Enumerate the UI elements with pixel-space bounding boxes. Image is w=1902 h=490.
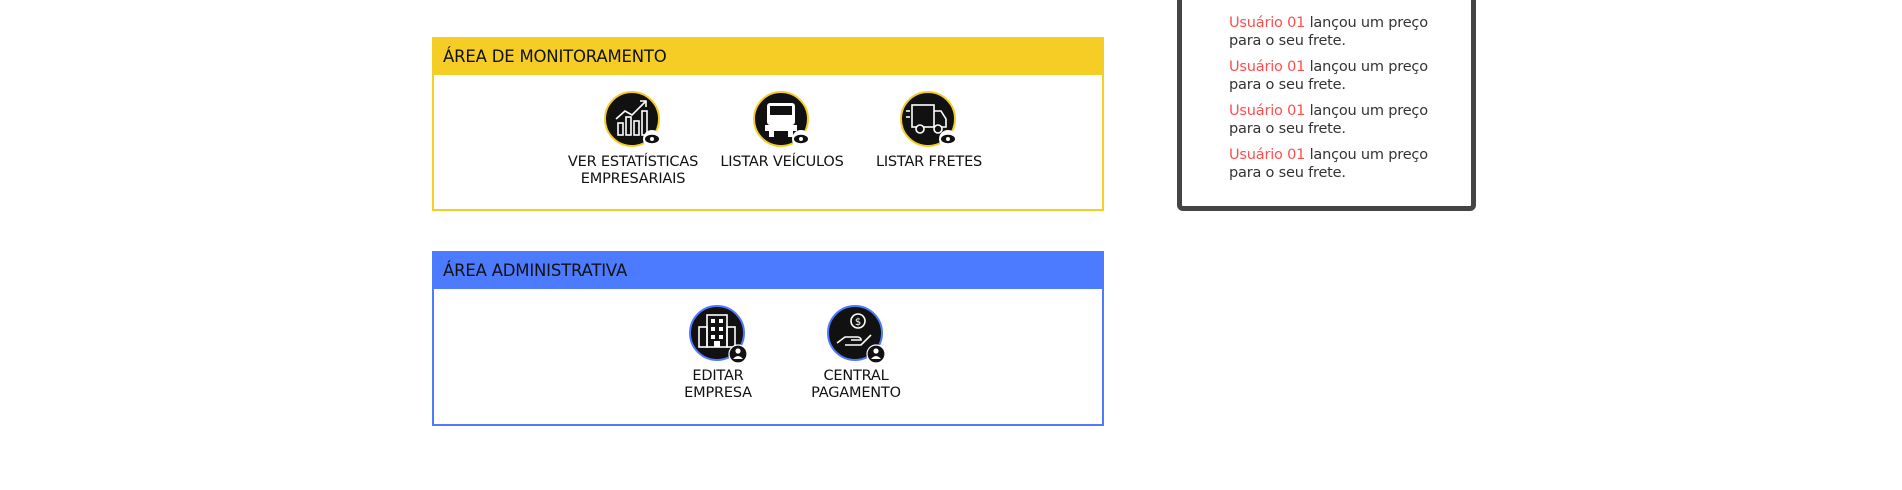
svg-text:$: $	[855, 317, 861, 328]
monitoring-panel-title: ÁREA DE MONITORAMENTO	[434, 39, 1102, 75]
view-statistics-label: VER ESTATÍSTICAS EMPRESARIAIS	[567, 154, 699, 187]
truck-icon	[753, 91, 811, 149]
administrative-panel-title: ÁREA ADMINISTRATIVA	[434, 253, 1102, 289]
payment-center-label: CENTRAL PAGAMENTO	[811, 368, 901, 401]
list-vehicles-label: LISTAR VEÍCULOS	[720, 154, 844, 170]
feed-item[interactable]: Usuário 01 lançou um preço para o seu fr…	[1229, 103, 1459, 138]
delivery-truck-icon	[900, 91, 958, 149]
monitoring-tiles: VER ESTATÍSTICAS EMPRESARIAIS LISTAR VEÍ…	[434, 75, 1102, 209]
statistics-chart-icon	[604, 91, 662, 149]
feed-item[interactable]: Usuário 01 lançou um preço para o seu fr…	[1229, 147, 1459, 182]
edit-company-label: EDITAR EMPRESA	[684, 368, 752, 401]
list-vehicles-button[interactable]: LISTAR VEÍCULOS	[707, 91, 857, 171]
feed-user-link[interactable]: Usuário 01	[1229, 15, 1305, 31]
payment-hand-icon: $	[827, 305, 886, 364]
payment-center-button[interactable]: $ CENTRAL PAGAMENTO	[781, 305, 931, 402]
list-freights-button[interactable]: LISTAR FRETES	[854, 91, 1004, 171]
administrative-panel: ÁREA ADMINISTRATIVA EDITAR EMPRESA $ CEN…	[432, 251, 1104, 426]
administrative-tiles: EDITAR EMPRESA $ CENTRAL PAGAMENTO	[434, 289, 1102, 423]
feed-user-link[interactable]: Usuário 01	[1229, 103, 1305, 119]
feed-user-link[interactable]: Usuário 01	[1229, 147, 1305, 163]
edit-company-button[interactable]: EDITAR EMPRESA	[643, 305, 793, 402]
monitoring-panel: ÁREA DE MONITORAMENTO VER ESTATÍSTICAS E…	[432, 37, 1104, 211]
notification-feed: Usuário 01 lançou um preço para o seu fr…	[1177, 0, 1476, 211]
feed-item[interactable]: Usuário 01 lançou um preço para o seu fr…	[1229, 59, 1459, 94]
list-freights-label: LISTAR FRETES	[875, 154, 983, 170]
feed-item[interactable]: Usuário 01 lançou um preço para o seu fr…	[1229, 15, 1459, 50]
building-icon	[689, 305, 748, 364]
feed-user-link[interactable]: Usuário 01	[1229, 59, 1305, 75]
view-statistics-button[interactable]: VER ESTATÍSTICAS EMPRESARIAIS	[558, 91, 708, 188]
